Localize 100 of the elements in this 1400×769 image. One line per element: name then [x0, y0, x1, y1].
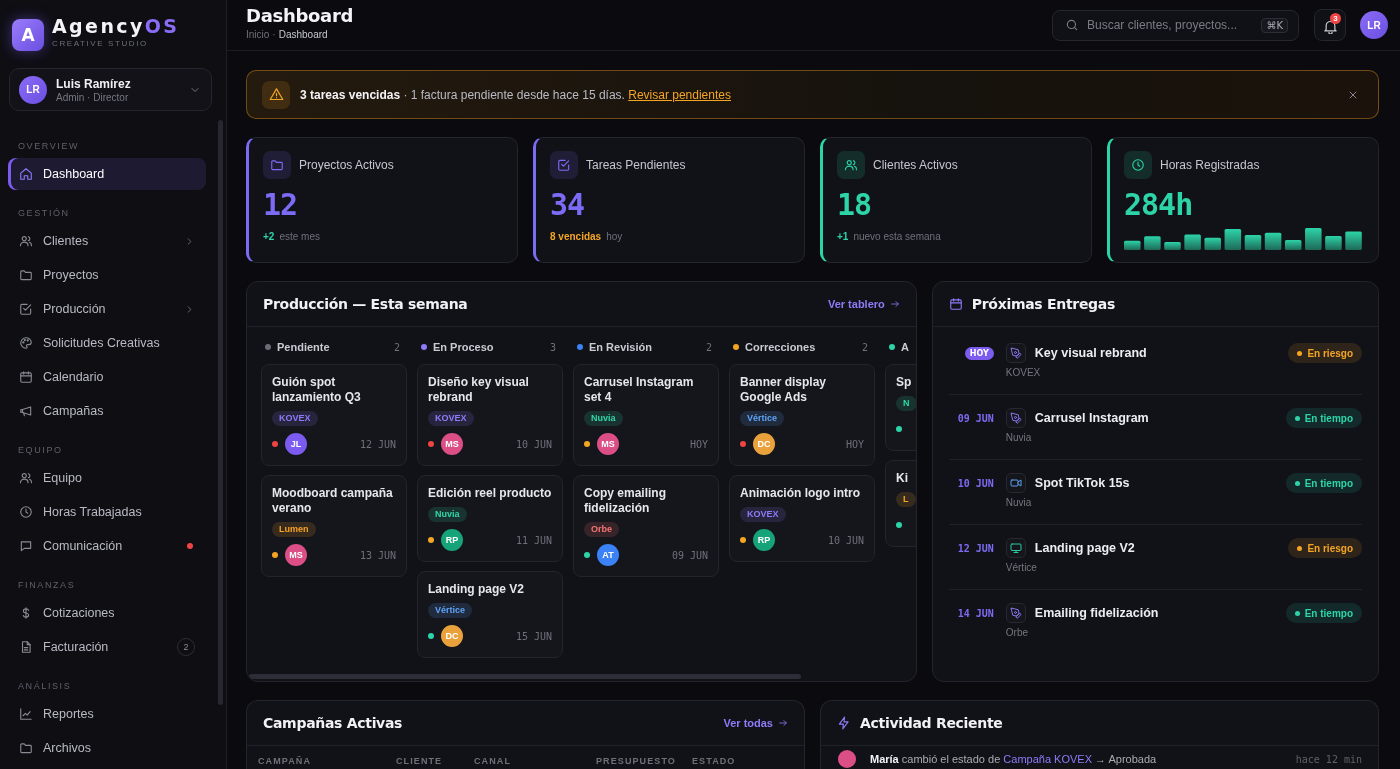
due-date: 12 JUN	[359, 438, 396, 450]
pen-tool-icon	[1005, 408, 1026, 428]
due-date: HOY	[689, 438, 708, 450]
board-link[interactable]: Ver tablero	[827, 298, 900, 310]
column-header[interactable]: CAMPAÑA	[258, 756, 396, 767]
video-camera-icon	[1005, 473, 1026, 493]
client-tag: N	[896, 396, 916, 411]
notification-count: 3	[1330, 13, 1341, 24]
task-card[interactable]: Diseño key visual rebrand KOVEX MS 10 JUN	[417, 364, 563, 466]
status-label: En riesgo	[1307, 542, 1353, 554]
assignee-avatar: MS	[285, 544, 307, 566]
breadcrumb-link[interactable]: Inicio	[246, 28, 270, 40]
client-name: Vértice	[1005, 562, 1038, 573]
monitor-icon	[1005, 538, 1026, 558]
activity-time: hace 12 min	[1295, 753, 1362, 765]
stat-label: Tareas Pendientes	[586, 158, 686, 172]
task-card[interactable]: Sp N	[885, 364, 916, 451]
nav-item[interactable]: Facturación 2	[8, 631, 206, 663]
nav-item[interactable]: Reportes	[8, 698, 206, 730]
brand-tagline: CREATIVE STUDIO	[52, 39, 149, 48]
column-header[interactable]: ESTADO	[692, 756, 793, 767]
due-date: 10 JUN	[515, 438, 552, 450]
nav-item[interactable]: Solicitudes Creativas	[8, 327, 206, 359]
column-header[interactable]: CANAL	[474, 756, 596, 767]
assignee-avatar: DC	[441, 625, 463, 647]
stat-value: 18	[837, 188, 873, 222]
palette-icon	[19, 336, 33, 350]
nav-item[interactable]: Dashboard	[8, 158, 206, 190]
users-icon	[19, 471, 33, 485]
sparkline-bar	[1184, 234, 1201, 250]
lightning-icon	[837, 716, 851, 730]
search-input[interactable]: Buscar clientes, proyectos...	[1087, 18, 1254, 32]
nav-item[interactable]: Proyectos	[8, 259, 206, 291]
task-card[interactable]: Carrusel Instagram set 4 Nuvia MS HOY	[573, 364, 719, 466]
client-name: Nuvia	[1005, 432, 1033, 443]
nav-item[interactable]: Archivos	[8, 732, 206, 764]
sparkline-bar	[1204, 237, 1221, 250]
due-date: 11 JUN	[515, 534, 552, 546]
column-header[interactable]: PRESUPUESTO	[596, 756, 692, 767]
users-icon	[837, 151, 865, 179]
arrow-right-icon	[778, 718, 788, 728]
scrollbar-thumb[interactable]	[249, 674, 801, 679]
task-title: Copy emailing fidelización	[584, 486, 667, 516]
scrollbar-thumb[interactable]	[218, 120, 223, 705]
task-title: Sp	[896, 375, 913, 390]
notifications-button[interactable]: 3	[1314, 9, 1346, 41]
panel-title: Producción — Esta semana	[263, 296, 468, 312]
user-menu[interactable]: LR Luis Ramírez Admin · Director	[9, 68, 212, 111]
column-count: 2	[705, 341, 712, 353]
review-link[interactable]: Revisar pendientes	[628, 87, 731, 102]
task-card[interactable]: Guión spot lanzamiento Q3 KOVEX JL 12 JUN	[261, 364, 407, 466]
assignee-avatar: JL	[285, 433, 307, 455]
nav-item[interactable]: Equipo	[8, 462, 206, 494]
column-count: 3	[549, 341, 556, 353]
profile-avatar[interactable]: LR	[1360, 11, 1388, 39]
nav-item[interactable]: Cotizaciones	[8, 597, 206, 629]
task-title: Carrusel Instagram set 4	[584, 375, 695, 405]
due-date: HOY	[845, 438, 864, 450]
warning-icon	[262, 80, 290, 109]
task-card[interactable]: Landing page V2 Vértice DC 15 JUN	[417, 571, 563, 658]
assignee-avatar: MS	[441, 433, 463, 455]
task-card[interactable]: Ki L	[885, 460, 916, 547]
nav-item[interactable]: Clientes	[8, 225, 206, 257]
delivery-title: Carrusel Instagram	[1034, 411, 1149, 425]
nav-item[interactable]: Comunicación	[8, 530, 206, 562]
sparkline-bar	[1164, 242, 1181, 250]
client-tag: Nuvia	[584, 411, 623, 426]
stat-note: este mes	[279, 231, 320, 243]
nav-item[interactable]: Producción	[8, 293, 206, 325]
logo-mark: A	[12, 19, 44, 51]
client-tag: L	[896, 492, 916, 507]
due-date: 15 JUN	[515, 630, 552, 642]
status-dot-icon	[1294, 415, 1300, 421]
sparkline-bar	[1264, 232, 1282, 250]
nav-item[interactable]: Calendario	[8, 361, 206, 393]
delivery-title: Key visual rebrand	[1034, 346, 1147, 360]
stat-delta: +1	[837, 231, 849, 243]
nav-item[interactable]: Horas Trabajadas	[8, 496, 206, 528]
task-title: Guión spot lanzamiento Q3	[272, 375, 362, 405]
column-title: A	[901, 341, 910, 353]
task-card[interactable]: Edición reel producto Nuvia RP 11 JUN	[417, 475, 563, 562]
view-all-link[interactable]: Ver todas	[723, 717, 788, 729]
client-name: Nuvia	[1005, 497, 1033, 508]
campaign-link[interactable]: Campaña KOVEX	[1003, 753, 1092, 765]
nav-item[interactable]: Campañas	[8, 395, 206, 427]
task-card[interactable]: Banner display Google Ads Vértice DC HOY	[729, 364, 875, 466]
alert-message: 3 tareas vencidas · 1 factura pendiente desde hace 15 días. Revisar pendientes	[300, 87, 732, 102]
task-card[interactable]: Moodboard campaña verano Lumen MS 13 JUN	[261, 475, 407, 577]
column-title: En Proceso	[433, 341, 495, 353]
delivery-title: Spot TikTok 15s	[1034, 476, 1130, 490]
task-card[interactable]: Animación logo intro KOVEX RP 10 JUN	[729, 475, 875, 562]
client-tag: Vértice	[740, 411, 785, 426]
section-label: GESTIÓN	[17, 207, 71, 219]
search-bar[interactable]: Buscar clientes, proyectos... ⌘K	[1052, 9, 1299, 41]
assignee-avatar: AT	[597, 544, 619, 566]
column-header[interactable]: CLIENTE	[396, 756, 474, 767]
client-tag: KOVEX	[740, 507, 786, 522]
task-card[interactable]: Copy emailing fidelización Orbe AT 09 JUN	[573, 475, 719, 577]
task-title: Edición reel producto	[428, 486, 552, 501]
breadcrumb-link[interactable]: Dashboard	[278, 28, 328, 40]
